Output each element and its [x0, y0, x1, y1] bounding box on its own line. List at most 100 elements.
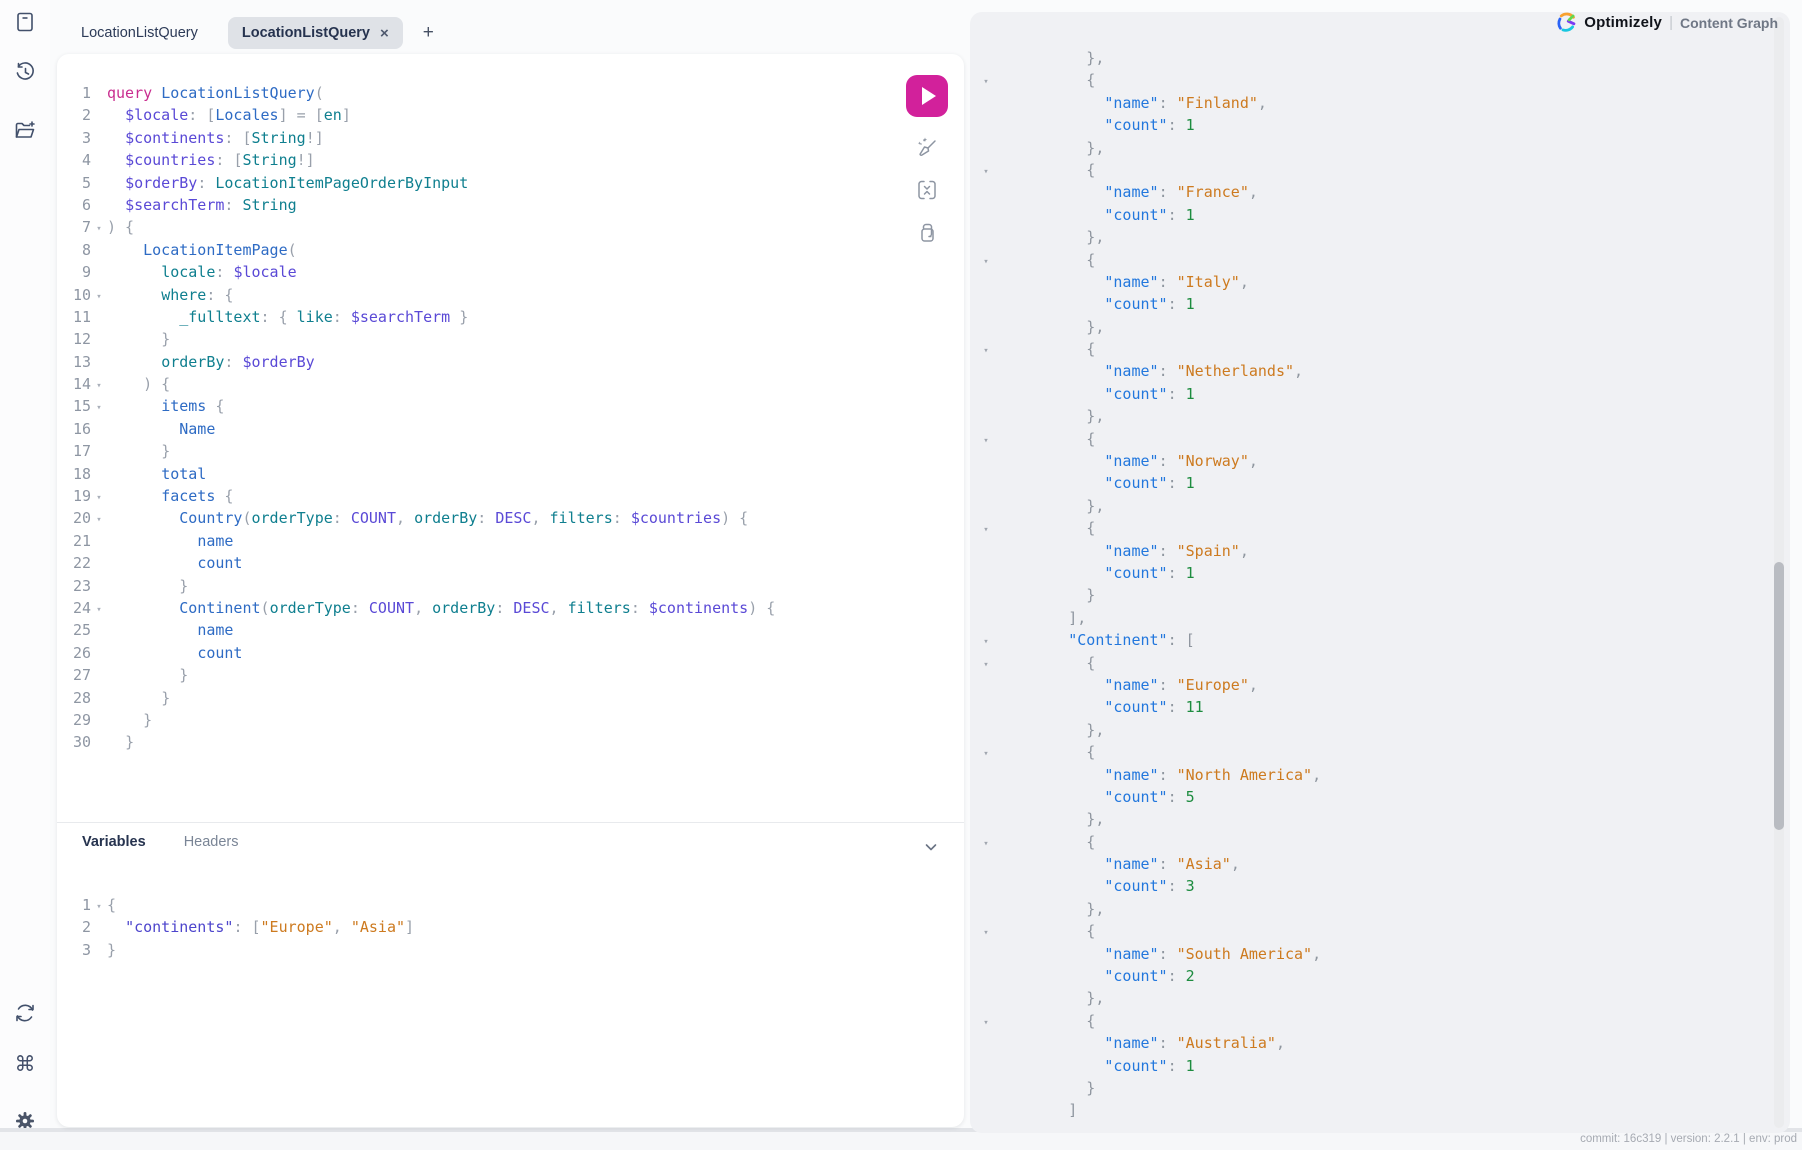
query-line: 16 Name	[67, 418, 775, 440]
line-number: 9	[67, 261, 91, 283]
fold-arrow-icon[interactable]: ▾	[91, 487, 107, 509]
fold-arrow-icon[interactable]: ▾	[976, 340, 996, 362]
response-line: },	[976, 898, 1321, 920]
response-scrollbar-thumb[interactable]	[1774, 562, 1784, 830]
response-line: "count": 2	[976, 965, 1321, 987]
fold-arrow-icon[interactable]: ▾	[91, 896, 107, 918]
merge-fragments-icon[interactable]	[914, 177, 940, 203]
add-tab-button[interactable]: +	[417, 20, 440, 46]
fold-arrow-icon[interactable]: ▾	[91, 397, 107, 419]
docs-icon[interactable]	[13, 10, 37, 34]
brand-name: Optimizely	[1584, 14, 1662, 31]
sidebar: ⌘	[0, 0, 50, 1150]
response-line: }	[976, 584, 1321, 606]
response-line: "count": 1	[976, 293, 1321, 315]
response-line: "name": "South America",	[976, 943, 1321, 965]
variables-line: 3}	[67, 939, 414, 961]
variables-editor[interactable]: 1▾{2 "continents": ["Europe", "Asia"]3}	[67, 894, 414, 961]
query-line: 4 $countries: [String!]	[67, 149, 775, 171]
response-line: },	[976, 808, 1321, 830]
refresh-icon[interactable]	[13, 1001, 37, 1025]
logo-divider: |	[1669, 14, 1673, 31]
response-line: "count": 1	[976, 472, 1321, 494]
query-line: 18 total	[67, 463, 775, 485]
open-folder-icon[interactable]	[13, 118, 37, 142]
history-icon[interactable]	[13, 60, 37, 84]
response-line: },	[976, 316, 1321, 338]
response-line: },	[976, 495, 1321, 517]
fold-arrow-icon[interactable]: ▾	[91, 218, 107, 240]
line-number: 13	[67, 351, 91, 373]
line-number: 20	[67, 507, 91, 529]
response-line: ▾ {	[976, 831, 1321, 853]
tab-bar: LocationListQuery LocationListQuery × +	[57, 12, 440, 54]
fold-arrow-icon[interactable]: ▾	[976, 251, 996, 273]
query-line: 21 name	[67, 530, 775, 552]
tab-variables[interactable]: Variables	[82, 834, 146, 850]
query-line: 24▾ Continent(orderType: COUNT, orderBy:…	[67, 597, 775, 619]
query-line: 14▾ ) {	[67, 373, 775, 395]
tab-locationlistquery-inactive[interactable]: LocationListQuery	[67, 17, 212, 49]
fold-arrow-icon[interactable]: ▾	[976, 743, 996, 765]
product-name: Content Graph	[1680, 15, 1778, 31]
tab-headers[interactable]: Headers	[184, 834, 239, 850]
query-line: 17 }	[67, 440, 775, 462]
line-number: 10	[67, 284, 91, 306]
response-line: ▾ {	[976, 741, 1321, 763]
line-number: 21	[67, 530, 91, 552]
close-tab-icon[interactable]: ×	[380, 26, 389, 41]
fold-arrow-icon[interactable]: ▾	[976, 519, 996, 541]
query-line: 20▾ Country(orderType: COUNT, orderBy: D…	[67, 507, 775, 529]
response-line: ▾ {	[976, 69, 1321, 91]
response-line: "name": "France",	[976, 181, 1321, 203]
fold-arrow-icon[interactable]: ▾	[976, 654, 996, 676]
query-line: 2 $locale: [Locales] = [en]	[67, 104, 775, 126]
fold-arrow-icon[interactable]: ▾	[976, 922, 996, 944]
fold-arrow-icon[interactable]: ▾	[976, 833, 996, 855]
response-line: "count": 3	[976, 875, 1321, 897]
fold-arrow-icon[interactable]: ▾	[976, 71, 996, 93]
line-number: 29	[67, 709, 91, 731]
fold-arrow-icon[interactable]: ▾	[91, 375, 107, 397]
query-line: 8 LocationItemPage(	[67, 239, 775, 261]
line-number: 18	[67, 463, 91, 485]
query-line: 5 $orderBy: LocationItemPageOrderByInput	[67, 172, 775, 194]
response-line: "count": 1	[976, 1055, 1321, 1077]
tab-locationlistquery-active[interactable]: LocationListQuery ×	[228, 17, 403, 49]
line-number: 25	[67, 619, 91, 641]
response-line: },	[976, 987, 1321, 1009]
query-line: 19▾ facets {	[67, 485, 775, 507]
execute-query-button[interactable]	[906, 75, 948, 117]
response-line: },	[976, 226, 1321, 248]
response-line: "name": "Netherlands",	[976, 360, 1321, 382]
response-line: ]	[976, 1099, 1321, 1121]
line-number: 12	[67, 328, 91, 350]
query-line: 26 count	[67, 642, 775, 664]
fold-arrow-icon[interactable]: ▾	[91, 509, 107, 531]
query-line: 7▾) {	[67, 216, 775, 238]
fold-arrow-icon[interactable]: ▾	[91, 599, 107, 621]
fold-arrow-icon[interactable]: ▾	[976, 430, 996, 452]
variables-tabs: Variables Headers	[82, 834, 239, 850]
line-number: 4	[67, 149, 91, 171]
command-icon[interactable]: ⌘	[13, 1053, 37, 1077]
fold-arrow-icon[interactable]: ▾	[976, 1012, 996, 1034]
fold-arrow-icon[interactable]: ▾	[976, 161, 996, 183]
copy-icon[interactable]	[914, 220, 940, 246]
query-editor[interactable]: 1query LocationListQuery(2 $locale: [Loc…	[67, 82, 775, 754]
query-line: 23 }	[67, 575, 775, 597]
fold-arrow-icon[interactable]: ▾	[91, 286, 107, 308]
collapse-variables-chevron-icon[interactable]	[922, 838, 940, 856]
fold-arrow-icon[interactable]: ▾	[976, 631, 996, 653]
line-number: 24	[67, 597, 91, 619]
line-number: 30	[67, 731, 91, 753]
response-line: "count": 1	[976, 114, 1321, 136]
run-play-icon	[922, 87, 936, 105]
response-line: },	[976, 137, 1321, 159]
response-line: "count": 1	[976, 204, 1321, 226]
query-line: 9 locale: $locale	[67, 261, 775, 283]
response-line: "name": "Europe",	[976, 674, 1321, 696]
line-number: 6	[67, 194, 91, 216]
variables-divider	[57, 822, 964, 823]
prettify-icon[interactable]	[914, 134, 940, 160]
